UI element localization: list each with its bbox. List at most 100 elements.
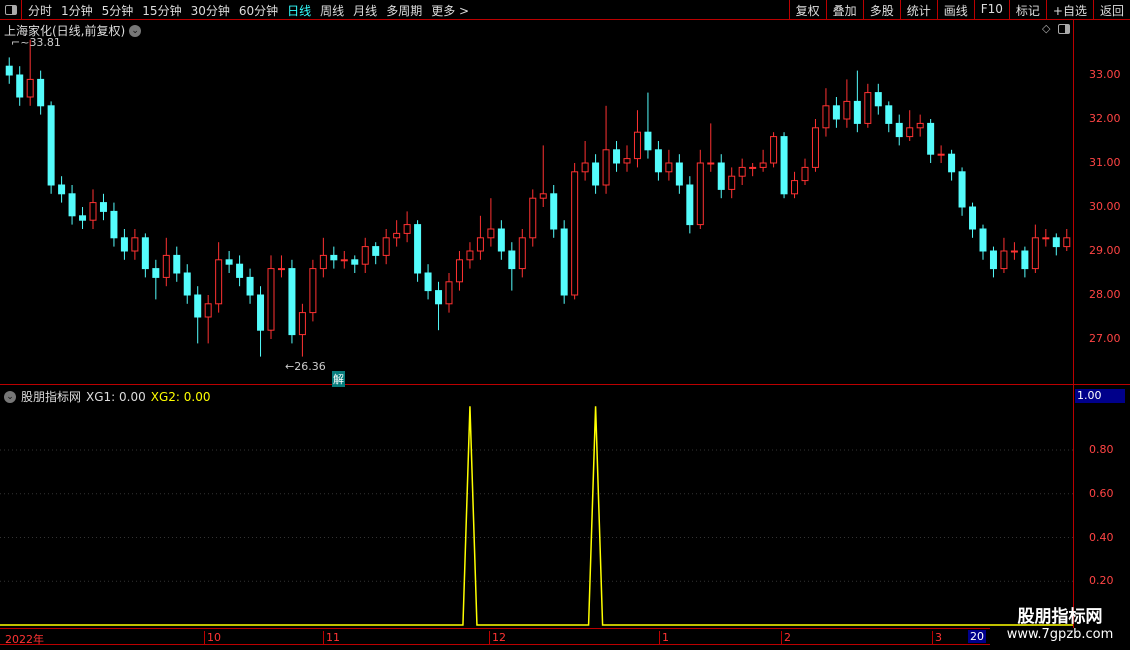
candle	[717, 154, 725, 199]
low-price-label: ←26.36	[285, 360, 326, 373]
candle	[267, 255, 275, 339]
candle	[665, 149, 673, 181]
candle	[382, 229, 390, 265]
candle	[487, 198, 495, 247]
candle	[958, 167, 966, 216]
candle	[1052, 233, 1060, 256]
candle	[864, 83, 872, 128]
candle	[414, 220, 422, 282]
watermark: 股朋指标网 www.7gpzb.com	[990, 598, 1130, 650]
candle	[979, 224, 987, 260]
candle	[68, 185, 76, 225]
candle	[26, 39, 34, 106]
candle	[822, 88, 830, 137]
low-price-value: 26.36	[294, 360, 326, 373]
candle	[989, 246, 997, 278]
time-axis-label: 2	[781, 631, 791, 645]
candle	[110, 202, 118, 247]
candle	[183, 264, 191, 304]
candle	[696, 149, 704, 229]
candle	[351, 255, 359, 273]
candle	[592, 154, 600, 194]
candle	[916, 114, 924, 137]
time-axis-label: 3	[932, 631, 942, 645]
candle	[843, 79, 851, 128]
watermark-url: www.7gpzb.com	[1006, 627, 1114, 642]
candle	[58, 176, 66, 203]
candle	[257, 286, 265, 357]
candle	[770, 132, 778, 168]
candle	[623, 145, 631, 172]
candle	[236, 255, 244, 287]
candle	[403, 211, 411, 243]
high-price-label: ⌐~33.81	[11, 36, 61, 49]
candle	[728, 167, 736, 199]
candle	[560, 220, 568, 304]
candle	[16, 66, 24, 106]
candle	[340, 251, 348, 269]
candle	[686, 176, 694, 234]
candle	[654, 141, 662, 181]
candle	[173, 246, 181, 282]
candle	[152, 259, 160, 300]
candle	[194, 286, 202, 344]
candle	[874, 83, 882, 115]
time-axis-label: 1	[659, 631, 669, 645]
candle	[246, 268, 254, 304]
candle	[811, 119, 819, 172]
candle	[215, 242, 223, 313]
candle	[738, 158, 746, 185]
candle	[1021, 246, 1029, 278]
candle	[330, 246, 338, 269]
candle	[937, 145, 945, 163]
candle	[948, 149, 956, 181]
candle	[602, 105, 610, 194]
candle	[131, 229, 139, 260]
candle	[99, 193, 107, 221]
candle	[529, 189, 537, 247]
candle	[476, 215, 484, 260]
candle	[906, 110, 914, 141]
candle	[466, 242, 474, 269]
time-axis-current: 20	[968, 630, 986, 643]
candle	[644, 92, 652, 159]
candle	[581, 141, 589, 181]
candle	[633, 110, 641, 168]
candle	[455, 251, 463, 291]
candle	[801, 158, 809, 185]
candle	[675, 154, 683, 194]
candle	[1031, 224, 1039, 273]
candle	[571, 163, 579, 300]
candle	[539, 145, 547, 207]
time-axis-label: 12	[489, 631, 506, 645]
candle	[791, 171, 799, 199]
candle	[309, 259, 317, 322]
candle	[298, 303, 306, 357]
candlestick-chart[interactable]	[0, 0, 1130, 650]
candle	[361, 237, 369, 273]
time-axis-label: 11	[323, 631, 340, 645]
candle	[37, 70, 45, 115]
unlock-badge[interactable]: 解	[332, 371, 345, 387]
candle	[895, 114, 903, 146]
candle	[497, 220, 505, 260]
candle	[832, 97, 840, 128]
watermark-title: 股朋指标网	[1017, 607, 1103, 627]
candle	[225, 251, 233, 273]
candle	[162, 237, 170, 287]
candle	[508, 242, 516, 291]
candle	[1010, 242, 1018, 260]
candle	[550, 185, 558, 238]
candle	[89, 189, 97, 229]
candle	[120, 229, 128, 260]
candle	[424, 264, 432, 300]
signal-line	[0, 406, 1073, 626]
candle	[927, 119, 935, 163]
candle	[969, 202, 977, 238]
candle	[707, 123, 715, 172]
time-axis: 2022年 10 11 12 1 2 3	[0, 628, 990, 646]
candle	[853, 70, 861, 133]
candle	[79, 207, 87, 229]
candle	[141, 233, 149, 278]
candle	[885, 101, 893, 133]
